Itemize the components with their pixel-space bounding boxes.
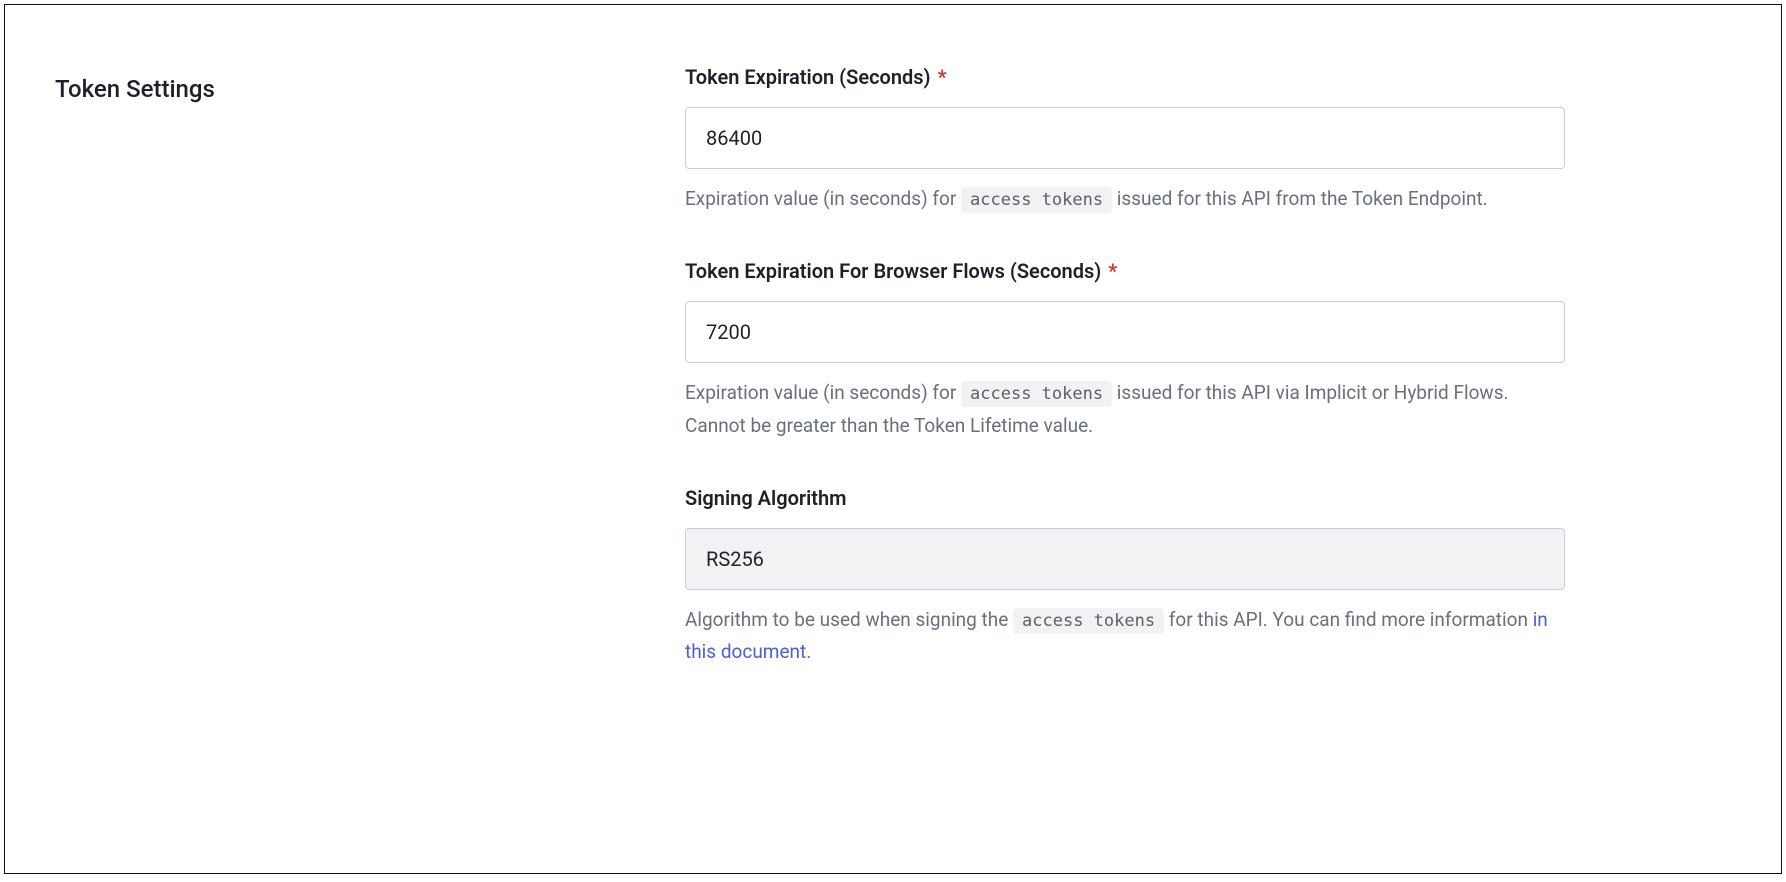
token-expiration-help: Expiration value (in seconds) for access… [685, 183, 1565, 215]
browser-flows-expiration-input[interactable] [685, 301, 1565, 363]
token-settings-panel: Token Settings Token Expiration (Seconds… [4, 4, 1782, 874]
label-text: Token Expiration (Seconds) [685, 65, 931, 89]
code-chip-access-tokens: access tokens [961, 381, 1112, 407]
field-token-expiration: Token Expiration (Seconds) * Expiration … [685, 65, 1565, 215]
browser-flows-help: Expiration value (in seconds) for access… [685, 377, 1565, 442]
label-text: Token Expiration For Browser Flows (Seco… [685, 259, 1101, 283]
help-text-pre: Algorithm to be used when signing the [685, 608, 1013, 631]
required-indicator: * [1108, 259, 1117, 283]
signing-algorithm-input [685, 528, 1565, 590]
signing-algorithm-label: Signing Algorithm [685, 486, 1565, 510]
section-header-column: Token Settings [55, 65, 645, 813]
required-indicator: * [938, 65, 947, 89]
help-text-end: . [806, 640, 811, 663]
help-text-mid: for this API. You can find more informat… [1164, 608, 1533, 631]
help-text-pre: Expiration value (in seconds) for [685, 381, 961, 404]
token-expiration-label: Token Expiration (Seconds) * [685, 65, 1565, 89]
signing-algorithm-help: Algorithm to be used when signing the ac… [685, 604, 1565, 669]
help-text-pre: Expiration value (in seconds) for [685, 187, 961, 210]
section-title: Token Settings [55, 75, 645, 103]
field-browser-flows-expiration: Token Expiration For Browser Flows (Seco… [685, 259, 1565, 442]
field-signing-algorithm: Signing Algorithm Algorithm to be used w… [685, 486, 1565, 669]
browser-flows-label: Token Expiration For Browser Flows (Seco… [685, 259, 1565, 283]
form-column: Token Expiration (Seconds) * Expiration … [685, 65, 1565, 813]
token-expiration-input[interactable] [685, 107, 1565, 169]
code-chip-access-tokens: access tokens [1013, 608, 1164, 634]
help-text-post: issued for this API from the Token Endpo… [1112, 187, 1488, 210]
code-chip-access-tokens: access tokens [961, 187, 1112, 213]
